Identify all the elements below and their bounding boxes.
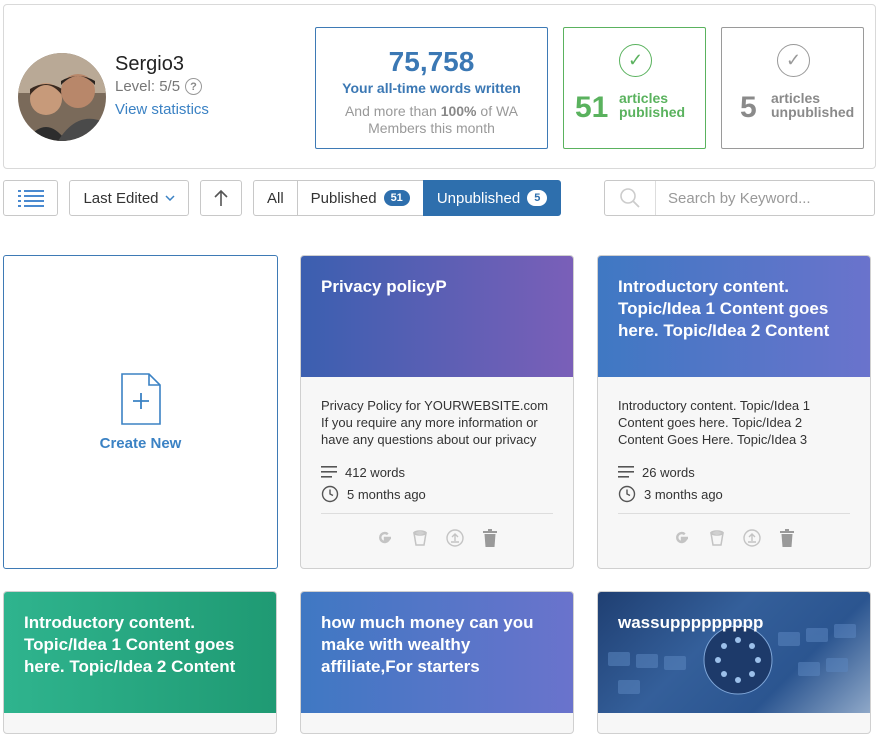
- article-card-title[interactable]: Introductory content. Topic/Idea 1 Conte…: [4, 592, 276, 713]
- word-count: 26 words: [618, 461, 850, 483]
- new-document-icon: [120, 372, 161, 425]
- words-label: Your all-time words written: [342, 80, 521, 96]
- filter-unpublished-label: Unpublished: [436, 189, 521, 207]
- published-label-line1: articles: [619, 90, 669, 106]
- trash-icon[interactable]: [480, 528, 500, 548]
- published-count-badge: 51: [383, 190, 410, 206]
- word-count: 412 words: [321, 461, 553, 483]
- filter-all-label: All: [267, 189, 284, 207]
- upload-icon[interactable]: [742, 528, 762, 548]
- article-excerpt: Privacy Policy for YOURWEBSITE.com If yo…: [321, 398, 549, 447]
- last-edited-text: 5 months ago: [347, 486, 426, 502]
- article-card-photo[interactable]: wassuppppppppp: [598, 592, 870, 713]
- filter-all[interactable]: All: [253, 180, 298, 216]
- avatar[interactable]: [18, 53, 106, 141]
- google-icon[interactable]: [375, 528, 395, 548]
- unpublished-label-line2: unpublished: [771, 104, 855, 120]
- keyboard-photo: [608, 624, 856, 695]
- clock-icon: [618, 485, 636, 503]
- filter-published[interactable]: Published 51: [296, 180, 424, 216]
- last-edited: 5 months ago: [321, 483, 553, 505]
- article-card[interactable]: wassuppppppppp: [597, 591, 871, 734]
- unpublished-count: 5: [740, 91, 757, 124]
- upload-icon[interactable]: [445, 528, 465, 548]
- user-level: Level: 5/5 ?: [115, 78, 203, 95]
- bucket-icon[interactable]: [707, 528, 727, 548]
- clock-icon: [321, 485, 339, 503]
- last-edited-text: 3 months ago: [644, 486, 723, 502]
- sort-dropdown[interactable]: Last Edited: [69, 180, 189, 216]
- published-label: articles published: [619, 91, 685, 119]
- words-comparison: And more than 100% of WA Members this mo…: [316, 103, 547, 137]
- unpublished-count-badge: 5: [527, 190, 548, 206]
- word-count-text: 26 words: [642, 464, 695, 480]
- article-card[interactable]: how much money can you make with wealthy…: [300, 591, 574, 734]
- unpublished-label: articles unpublished: [771, 91, 854, 119]
- check-circle-icon: ✓: [619, 44, 652, 77]
- stats-header-panel: Sergio3 Level: 5/5 ? View statistics 75,…: [3, 4, 876, 169]
- chevron-down-icon: [165, 195, 175, 201]
- published-label-line2: published: [619, 104, 686, 120]
- words-sub-percent: 100%: [440, 103, 477, 119]
- article-card[interactable]: Introductory content. Topic/Idea 1 Conte…: [3, 591, 277, 734]
- create-new-label: Create New: [99, 434, 182, 452]
- check-circle-icon: ✓: [777, 44, 810, 77]
- filter-published-label: Published: [310, 189, 377, 207]
- search-icon: [605, 181, 656, 215]
- filter-unpublished[interactable]: Unpublished 5: [422, 180, 562, 216]
- search-input[interactable]: [656, 189, 866, 207]
- article-card[interactable]: Introductory content. Topic/Idea 1 Conte…: [597, 255, 871, 569]
- unpublished-label-line1: articles: [771, 90, 821, 106]
- arrow-up-icon: [214, 189, 228, 206]
- lines-icon: [321, 466, 337, 478]
- card-actions: [301, 514, 573, 562]
- sort-direction-button[interactable]: [200, 180, 242, 216]
- username: Sergio3: [115, 53, 184, 75]
- article-card-body: Introductory content. Topic/Idea 1 Conte…: [598, 377, 870, 514]
- list-icon: [17, 190, 44, 207]
- create-new-card[interactable]: Create New: [3, 255, 278, 569]
- article-card-title[interactable]: Privacy policyP: [301, 256, 573, 377]
- word-count-text: 412 words: [345, 464, 405, 480]
- help-icon[interactable]: ?: [185, 78, 203, 95]
- words-sub-prefix: And more than: [344, 103, 437, 119]
- article-card-title: wassuppppppppp: [618, 613, 764, 632]
- status-filter: All Published 51 Unpublished 5: [253, 180, 562, 216]
- bucket-icon[interactable]: [410, 528, 430, 548]
- view-statistics-link[interactable]: View statistics: [115, 101, 209, 118]
- google-icon[interactable]: [672, 528, 692, 548]
- lines-icon: [618, 466, 634, 478]
- article-card-body: Privacy Policy for YOURWEBSITE.com If yo…: [301, 377, 573, 514]
- unpublished-articles-box[interactable]: ✓ 5 articles unpublished: [721, 27, 864, 149]
- article-card-title[interactable]: Introductory content. Topic/Idea 1 Conte…: [598, 256, 870, 377]
- sort-label: Last Edited: [83, 189, 159, 207]
- level-text: Level: 5/5: [115, 78, 181, 95]
- article-excerpt: Introductory content. Topic/Idea 1 Conte…: [618, 398, 810, 447]
- words-written-box: 75,758 Your all-time words written And m…: [315, 27, 548, 149]
- trash-icon[interactable]: [777, 528, 797, 548]
- words-count: 75,758: [388, 46, 475, 77]
- list-view-button[interactable]: [3, 180, 58, 216]
- article-card[interactable]: Privacy policyP Privacy Policy for YOURW…: [300, 255, 574, 569]
- last-edited: 3 months ago: [618, 483, 850, 505]
- card-actions: [598, 514, 870, 562]
- published-count: 51: [575, 91, 609, 124]
- published-articles-box[interactable]: ✓ 51 articles published: [563, 27, 706, 149]
- search-box: [604, 180, 875, 216]
- article-card-title[interactable]: how much money can you make with wealthy…: [301, 592, 573, 713]
